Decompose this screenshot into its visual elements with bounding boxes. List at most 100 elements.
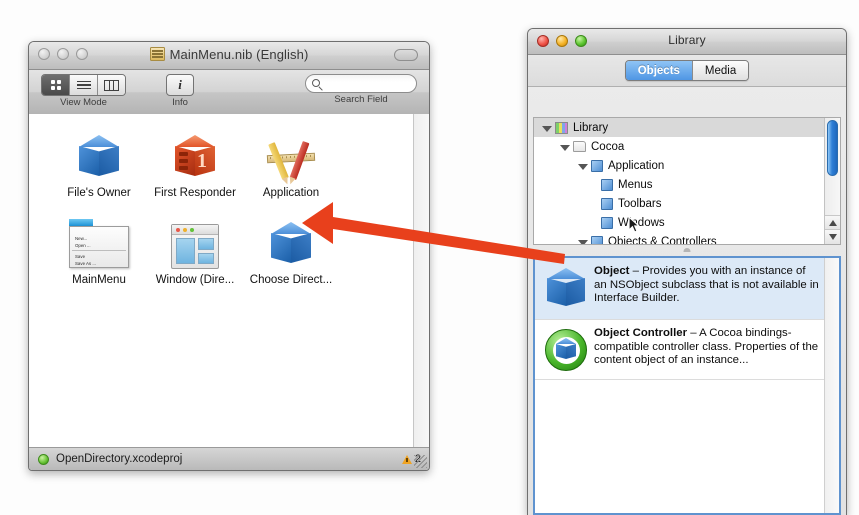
tree-item-label: Objects & Controllers	[608, 235, 717, 245]
nib-object-canvas[interactable]: File's Owner 1 First Responder Applicati…	[29, 114, 429, 448]
chevron-down-icon[interactable]	[578, 163, 588, 170]
chevron-down-icon[interactable]	[560, 144, 570, 151]
view-mode-label: View Mode	[60, 97, 107, 108]
view-mode-list-button[interactable]	[70, 75, 98, 95]
menu-icon-item: Save As ...	[75, 261, 96, 266]
list-vertical-scrollbar[interactable]	[824, 258, 839, 513]
blue-cube-icon	[243, 213, 339, 269]
list-view-icon	[76, 79, 91, 92]
search-icon	[312, 79, 320, 87]
nib-object-files-owner[interactable]: File's Owner	[51, 126, 147, 199]
canvas-vertical-scrollbar[interactable]	[413, 114, 429, 447]
resize-grip-icon[interactable]	[414, 455, 427, 468]
chevron-down-icon	[828, 234, 837, 240]
menu-icon-item: Open ...	[75, 243, 91, 248]
nib-object-label: Choose Direct...	[249, 274, 333, 286]
book-icon	[591, 159, 603, 172]
tree-item-application[interactable]: Application	[534, 156, 840, 175]
nib-window-titlebar[interactable]: MainMenu.nib (English)	[29, 42, 429, 70]
blue-cube-icon	[51, 126, 147, 182]
view-mode-column-button[interactable]	[98, 75, 125, 95]
book-icon	[591, 235, 603, 244]
tab-media[interactable]: Media	[692, 61, 749, 80]
library-tab-group[interactable]: Objects Media	[624, 60, 750, 81]
list-item[interactable]: Object – Provides you with an instance o…	[535, 258, 839, 320]
list-item-name: Object Controller	[594, 327, 688, 339]
pencil-ruler-icon	[243, 126, 339, 182]
nib-window-title-text: MainMenu.nib (English)	[169, 47, 309, 62]
book-icon	[601, 216, 613, 229]
toolbar-toggle-button[interactable]	[394, 49, 418, 61]
tree-item-windows[interactable]: Windows	[534, 213, 840, 233]
mainmenu-nib-window[interactable]: MainMenu.nib (English) View Mode i Info …	[28, 41, 430, 471]
tree-item-menus[interactable]: Menus	[534, 175, 840, 194]
list-item[interactable]: Object Controller – A Cocoa bindings-com…	[535, 320, 839, 380]
nib-object-label: First Responder	[154, 187, 236, 199]
view-mode-segments[interactable]	[41, 74, 126, 96]
view-mode-control[interactable]: View Mode	[41, 74, 126, 108]
search-field[interactable]	[305, 74, 417, 93]
book-icon	[601, 197, 613, 210]
window-icon	[147, 213, 243, 269]
library-tree-pane[interactable]: Library Cocoa Application Menus Toolbars…	[533, 117, 841, 245]
status-led-icon	[38, 453, 49, 465]
tree-item-label: Library	[573, 121, 609, 134]
nib-object-choose-directory[interactable]: Choose Direct...	[243, 213, 339, 286]
chevron-down-icon[interactable]	[542, 125, 552, 132]
tree-scroll-up-button[interactable]	[825, 215, 840, 230]
library-titlebar[interactable]: Library	[528, 29, 846, 55]
book-icon	[601, 178, 613, 191]
column-view-icon	[104, 79, 119, 91]
tree-item-label: Application	[608, 159, 665, 172]
green-ring-cube-icon	[542, 327, 590, 371]
splitter-handle[interactable]	[683, 248, 691, 252]
tree-item-cocoa[interactable]: Cocoa	[534, 137, 840, 156]
tree-item-toolbars[interactable]: Toolbars	[534, 194, 840, 213]
tab-objects[interactable]: Objects	[625, 61, 693, 80]
tree-item-label: Menus	[618, 178, 653, 191]
nib-object-first-responder[interactable]: 1 First Responder	[147, 126, 243, 199]
nib-object-application[interactable]: Application	[243, 126, 339, 199]
blue-cube-icon	[542, 265, 590, 311]
nib-toolbar: View Mode i Info Search Field	[29, 70, 429, 115]
info-control[interactable]: i Info	[153, 74, 207, 108]
red-cube-one-icon: 1	[147, 126, 243, 182]
nib-object-label: Window (Dire...	[155, 274, 235, 286]
tree-item-label: Toolbars	[618, 197, 662, 210]
project-name: OpenDirectory.xcodeproj	[56, 453, 183, 465]
tree-scroll-down-button[interactable]	[825, 229, 840, 244]
search-field-label: Search Field	[334, 94, 388, 105]
info-label: Info	[172, 97, 188, 108]
chevron-down-icon[interactable]	[578, 239, 588, 244]
nib-object-label: File's Owner	[67, 187, 131, 199]
search-control[interactable]: Search Field	[305, 74, 417, 105]
library-tabstrip: Objects Media	[528, 55, 846, 87]
list-item-name: Object	[594, 265, 630, 277]
grid-view-icon	[50, 80, 61, 90]
view-mode-icon-button[interactable]	[42, 75, 70, 95]
library-objects-list[interactable]: Object – Provides you with an instance o…	[533, 256, 841, 515]
nib-status-bar: OpenDirectory.xcodeproj 2	[29, 447, 429, 470]
tab-objects-label: Objects	[637, 64, 680, 77]
chevron-up-icon	[828, 220, 837, 226]
tree-item-objects-controllers[interactable]: Objects & Controllers	[534, 232, 840, 245]
nib-object-grid: File's Owner 1 First Responder Applicati…	[51, 126, 411, 286]
tree-scrollbar-thumb[interactable]	[827, 120, 838, 176]
tree-item-label: Cocoa	[591, 140, 625, 153]
library-splitter[interactable]	[533, 246, 841, 255]
folder-icon	[573, 141, 586, 152]
tree-item-label: Windows	[618, 216, 665, 229]
tree-vertical-scrollbar[interactable]	[824, 118, 840, 244]
tree-item-library[interactable]: Library	[534, 118, 840, 137]
library-window-title: Library	[668, 33, 706, 47]
tab-media-label: Media	[704, 64, 737, 77]
library-window[interactable]: Library Objects Media Library Cocoa Appl…	[527, 28, 847, 515]
nib-object-mainmenu[interactable]: New... Open ... Save Save As ... MainMen…	[51, 213, 147, 286]
list-item-text: Object – Provides you with an instance o…	[590, 265, 833, 311]
info-button[interactable]: i	[166, 74, 194, 96]
nib-object-label: Application	[262, 187, 320, 199]
nib-object-label: MainMenu	[72, 274, 126, 286]
list-item-text: Object Controller – A Cocoa bindings-com…	[590, 327, 833, 371]
menu-icon-item: New...	[75, 236, 88, 241]
nib-object-window-director[interactable]: Window (Dire...	[147, 213, 243, 286]
